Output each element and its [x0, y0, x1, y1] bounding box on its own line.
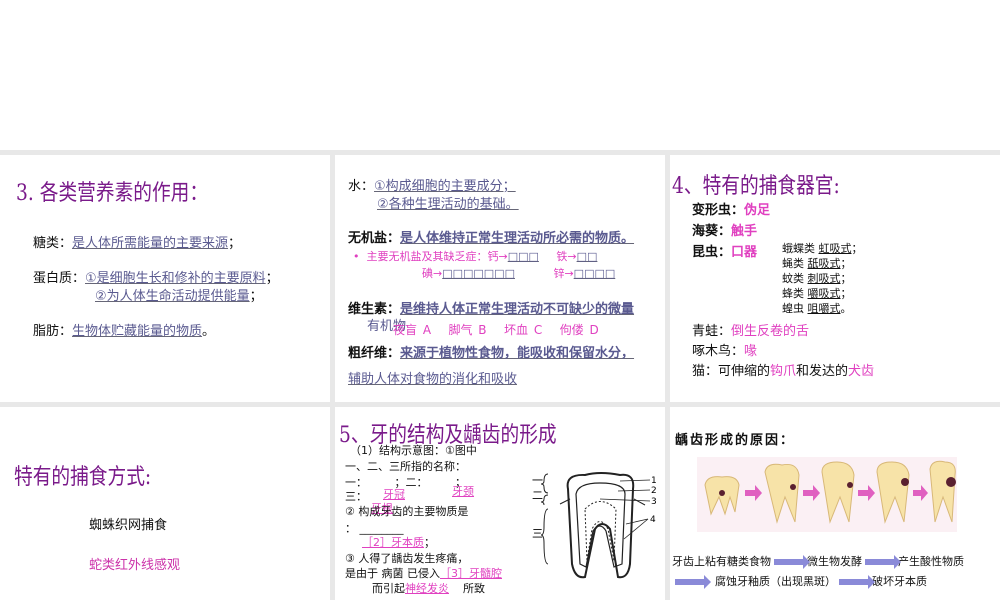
- cause-chain-1: 牙齿上粘有糖类食物 微生物发酵 产生酸性物质: [672, 555, 964, 569]
- fiber-row: 粗纤维：来源于植物性食物，能吸收和保留水分，: [348, 346, 635, 361]
- slide-title: 龋齿形成的原因：: [675, 433, 796, 448]
- previous-slide-bottom[interactable]: [0, 0, 1000, 150]
- protein-row-2: ②为人体生命活动提供能量；: [95, 289, 263, 304]
- slide-predation-methods[interactable]: 特有的捕食方式: 蜘蛛织网捕食 蛇类红外线感观: [0, 407, 330, 600]
- label-2: 二: [532, 489, 543, 502]
- slide-title: 特有的捕食方式:: [14, 465, 152, 490]
- salt-row: 无机盐：是人体维持正常生理活动所必需的物质。: [348, 231, 635, 246]
- q1d-text: 三：: [345, 490, 367, 503]
- fiber-row-2: 辅助人体对食物的消化和吸收: [348, 372, 518, 387]
- water-row-2: ②各种生理活动的基础。: [377, 197, 519, 212]
- vitamin-diseases: 夜盲 A 脚气 B 坏血 C 佝偻 D: [393, 323, 599, 337]
- slide-caries-causes[interactable]: 龋齿形成的原因： 牙齿上粘有糖类食物 微生物发酵 产生酸性物质 腐蚀牙釉质（出现黑斑…: [670, 407, 1000, 600]
- label-n4: 4: [650, 515, 656, 525]
- anemone-row: 海葵：触手: [692, 224, 758, 239]
- slide-title: 3. 各类营养素的作用：: [16, 181, 209, 206]
- slide-title: 4、特有的捕食器官:: [672, 174, 840, 199]
- label-n1: 1: [651, 476, 657, 486]
- caries-progression-image: [697, 457, 957, 532]
- protein-row: 蛋白质：①是细胞生长和修补的主要原料；: [33, 271, 279, 286]
- slide-predation-organs[interactable]: 4、特有的捕食器官: 变形虫：伪足 海葵：触手 昆虫：口器 蛾蝶类 虹吸式； 蝇…: [670, 155, 1000, 402]
- spider-text: 蜘蛛织网捕食: [89, 518, 168, 533]
- q1b-text: 一、二、三所指的名称：: [345, 460, 466, 473]
- salt-deficiency: • 主要无机盐及其缺乏症：钙→□□□ 铁→□□: [353, 250, 598, 263]
- fat-row: 脂肪：生物体贮藏能量的物质。: [33, 324, 216, 339]
- q2-text: ② 构成牙齿的主要物质是: [345, 505, 469, 518]
- insect-mouthparts: 蛾蝶类 虹吸式； 蝇类 舐吸式； 蚊类 刺吸式； 蜂类 嚼吸式； 蝗虫 咀嚼式。: [782, 242, 863, 315]
- cat-row: 猫：可伸缩的钩爪和发达的犬齿: [692, 364, 875, 379]
- amoeba-row: 变形虫：伪足: [692, 203, 771, 218]
- snake-text: 蛇类红外线感观: [89, 558, 181, 573]
- label-3: 三: [532, 527, 543, 540]
- sugar-row: 糖类：是人体所需能量的主要来源；: [33, 236, 242, 251]
- slide-water-salts-vitamins[interactable]: 水：①构成细胞的主要成分； ②各种生理活动的基础。 无机盐：是人体维持正常生理活…: [335, 155, 665, 402]
- tooth-diagram: 一 二 三 1 2 3 4: [532, 472, 657, 579]
- insect-row: 昆虫：口器: [692, 245, 758, 260]
- slide-tooth-structure[interactable]: 5、牙的结构及龋齿的形成 （1）结构示意图：①图中 一、二、三所指的名称： 一：…: [335, 407, 665, 600]
- salt-deficiency-2: 碘→□□□□□□□ 锌→□□□□: [422, 267, 616, 280]
- label-1: 一: [532, 474, 543, 487]
- label-n3: 3: [651, 497, 657, 507]
- cause-chain-2: 腐蚀牙釉质（出现黑斑） 破坏牙本质: [672, 573, 927, 589]
- arrow-icon: [675, 575, 711, 589]
- arrow-icon: [774, 555, 810, 569]
- arrow-icon: [839, 575, 875, 589]
- q1-text: （1）结构示意图：①图中: [350, 444, 477, 457]
- slide-nutrients[interactable]: 3. 各类营养素的作用： 糖类：是人体所需能量的主要来源； 蛋白质：①是细胞生长…: [0, 155, 330, 402]
- answer-dentin: ［2］牙本质；: [362, 536, 435, 549]
- water-row: 水：①构成细胞的主要成分；: [348, 179, 516, 194]
- answer-neck: 牙颈: [452, 485, 474, 498]
- arrow-icon: [865, 555, 901, 569]
- q3-text: ③ 人得了龋齿发生疼痛，: [345, 552, 469, 565]
- label-n2: 2: [651, 486, 657, 496]
- woodpecker-row: 啄木鸟：喙: [692, 344, 758, 359]
- q3c-text: 而引起神经发炎 所致: [372, 582, 485, 595]
- frog-row: 青蛙：倒生反卷的舌: [692, 324, 810, 339]
- q3b-text: 是由于 病菌 已侵入［3］牙髓腔: [345, 567, 502, 580]
